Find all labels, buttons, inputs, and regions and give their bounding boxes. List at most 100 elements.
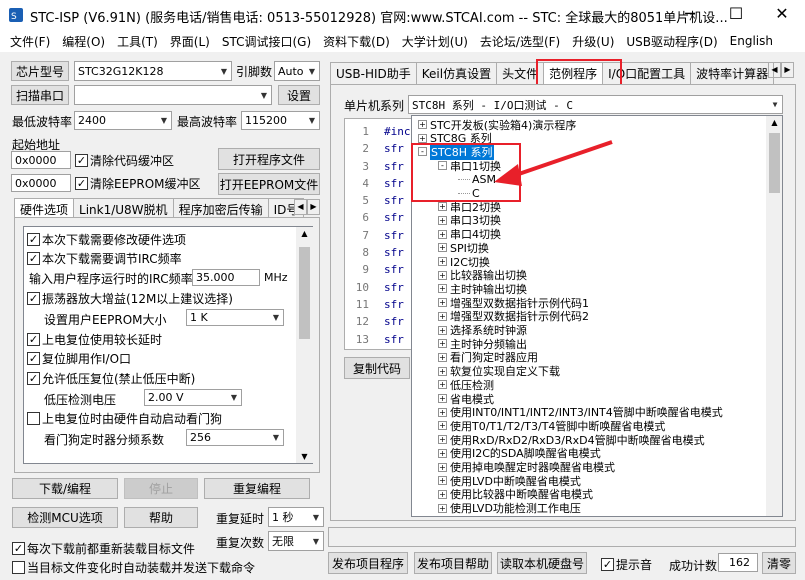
max-baud-select[interactable]: 115200 ▼ [241, 111, 320, 130]
chevron-down-icon[interactable]: ▼ [296, 452, 313, 461]
wdt-auto-start-checkbox[interactable]: 上电复位时由硬件自动启动看门狗 [27, 410, 222, 427]
expand-icon[interactable]: + [418, 120, 427, 129]
expand-icon[interactable]: + [438, 229, 447, 239]
wdt-divider-select[interactable]: 256 ▼ [186, 429, 284, 446]
expand-icon[interactable]: + [438, 489, 447, 499]
clear-count-button[interactable]: 清零 [762, 552, 796, 574]
beep-checkbox[interactable]: ✓ 提示音 [601, 556, 652, 573]
chip-model-select[interactable]: STC32G12K128 ▼ [74, 61, 232, 81]
expand-icon[interactable]: + [438, 257, 447, 266]
tab-keil-settings[interactable]: Keil仿真设置 [415, 62, 498, 84]
menu-usb-driver[interactable]: USB驱动程序(D) [620, 33, 723, 50]
expand-icon[interactable]: + [418, 133, 427, 143]
tree-item[interactable]: + 选择系统时钟源 [438, 324, 527, 337]
auto-load-checkbox[interactable]: 当目标文件变化时自动装载并发送下载命令 [12, 559, 255, 576]
tree-item[interactable]: + 增强型双数据指针示例代码2 [438, 310, 589, 323]
menu-file[interactable]: 文件(F) [4, 33, 56, 50]
tree-item[interactable]: + 使用T0/T1/T2/T3/T4管脚中断唤醒省电模式 [438, 419, 665, 433]
expand-icon[interactable]: + [438, 421, 447, 431]
open-program-file-button[interactable]: 打开程序文件 [218, 148, 320, 170]
expand-icon[interactable]: + [438, 215, 447, 225]
scroll-thumb[interactable] [769, 133, 780, 193]
expand-icon[interactable]: + [438, 202, 447, 212]
menu-upgrade[interactable]: 升级(U) [566, 33, 620, 50]
menu-university[interactable]: 大学计划(U) [396, 33, 474, 50]
tree-scrollbar[interactable]: ▲ [766, 116, 782, 516]
expand-icon[interactable]: + [438, 352, 447, 362]
chevron-left-icon[interactable]: ◀ [294, 199, 307, 215]
help-button[interactable]: 帮助 [124, 507, 198, 528]
low-voltage-reset-checkbox[interactable]: ✓ 允许低压复位(禁止低压中断) [27, 370, 195, 387]
tree-item[interactable]: + 增强型双数据指针示例代码1 [438, 296, 589, 310]
menu-debug[interactable]: STC调试接口(G) [216, 33, 317, 50]
tree-item[interactable]: + 使用RxD/RxD2/RxD3/RxD4管脚中断唤醒省电模式 [438, 433, 705, 447]
menu-program[interactable]: 编程(O) [56, 33, 111, 50]
minimize-button[interactable]: ─ [667, 0, 713, 30]
expand-icon[interactable]: + [438, 243, 447, 253]
lvd-select[interactable]: 2.00 V ▼ [144, 389, 242, 406]
menu-english[interactable]: English [724, 34, 779, 48]
read-disk-id-button[interactable]: 读取本机硬盘号 [497, 552, 587, 574]
adjust-irc-checkbox[interactable]: ✓ 本次下载需要调节IRC频率 [27, 250, 182, 267]
modify-hw-checkbox[interactable]: ✓ 本次下载需要修改硬件选项 [27, 231, 186, 248]
expand-icon[interactable]: + [438, 435, 447, 445]
tree-item[interactable]: + 使用INT0/INT1/INT2/INT3/INT4管脚中断唤醒省电模式 [438, 406, 723, 419]
min-baud-select[interactable]: 2400 ▼ [74, 111, 172, 130]
port-select[interactable]: ▼ [74, 85, 272, 105]
open-eeprom-file-button[interactable]: 打开EEPROM文件 [218, 173, 320, 195]
repeat-delay-select[interactable]: 1 秒 ▼ [268, 507, 324, 527]
tree-item[interactable]: + 使用比较器中断唤醒省电模式 [438, 488, 593, 501]
chevron-right-icon[interactable]: ▶ [307, 199, 320, 215]
chip-model-button[interactable]: 芯片型号 [11, 61, 69, 81]
options-scrollbar[interactable]: ▲ ▼ [296, 227, 313, 463]
osc-gain-checkbox[interactable]: ✓ 振荡器放大增益(12M以上建议选择) [27, 290, 233, 307]
expand-icon[interactable]: + [438, 407, 447, 417]
chevron-left-icon[interactable]: ◀ [768, 62, 781, 78]
right-tab-scroll[interactable]: ◀ ▶ [768, 62, 794, 78]
stop-button[interactable]: 停止 [124, 478, 198, 499]
pins-select[interactable]: Auto ▼ [274, 61, 320, 81]
tree-item[interactable]: + 使用掉电唤醒定时器唤醒省电模式 [438, 461, 615, 474]
expand-icon[interactable]: + [438, 476, 447, 486]
expand-icon[interactable]: + [438, 311, 447, 321]
tree-item[interactable]: + 串口4切换 [438, 228, 501, 241]
expand-icon[interactable]: + [438, 503, 447, 513]
scan-port-button[interactable]: 扫描串口 [11, 85, 69, 105]
tree-item[interactable]: + 主时钟输出切换 [438, 282, 527, 296]
tree-item[interactable]: + 省电模式 [438, 392, 494, 406]
code-address-input[interactable]: 0x0000 [11, 151, 71, 169]
expand-icon[interactable]: + [438, 339, 447, 349]
tree-item[interactable]: + I2C切换 [438, 255, 490, 269]
reset-pin-io-checkbox[interactable]: ✓ 复位脚用作I/O口 [27, 350, 131, 367]
eeprom-size-select[interactable]: 1 K ▼ [186, 309, 284, 326]
expand-icon[interactable]: + [438, 284, 447, 294]
publish-program-button[interactable]: 发布项目程序 [328, 552, 408, 574]
scroll-thumb[interactable] [299, 247, 310, 339]
tree-item[interactable]: + 使用LVD功能检测工作电压 [438, 502, 581, 515]
maximize-button[interactable]: ☐ [713, 0, 759, 30]
menu-forum[interactable]: 去论坛/选型(F) [474, 33, 566, 50]
tree-item[interactable]: + 使用I2C的SDA脚唤醒省电模式 [438, 447, 601, 460]
code-view[interactable]: 1 2 3 4 5 6 7 8 9 10 11 12 13 #inc sfr sfr sfr sfr sfr sf… [344, 118, 414, 350]
detect-mcu-button[interactable]: 检测MCU选项 [12, 507, 118, 528]
copy-code-button[interactable]: 复制代码 [344, 357, 410, 379]
clear-code-checkbox[interactable]: ✓ 清除代码缓冲区 [75, 152, 174, 169]
irc-frequency-input[interactable]: 35.000 [192, 269, 260, 286]
tree-item[interactable]: + 主时钟分频输出 [438, 337, 527, 351]
download-program-button[interactable]: 下载/编程 [12, 478, 118, 499]
expand-icon[interactable]: + [438, 448, 447, 458]
chevron-right-icon[interactable]: ▶ [781, 62, 794, 78]
menu-interface[interactable]: 界面(L) [164, 33, 216, 50]
expand-icon[interactable]: + [438, 298, 447, 308]
tree-item[interactable]: + 软复位实现自定义下载 [438, 365, 560, 378]
repeat-count-select[interactable]: 无限 ▼ [268, 531, 324, 551]
tree-item[interactable]: + 串口2切换 [438, 200, 501, 214]
mcu-series-select[interactable]: STC8H 系列 - I/O口测试 - C ▼ [408, 95, 783, 114]
reload-each-checkbox[interactable]: ✓ 每次下载前都重新装载目标文件 [12, 540, 195, 557]
tree-item[interactable]: + 低压检测 [438, 378, 494, 392]
expand-icon[interactable]: + [438, 270, 447, 280]
eeprom-address-input[interactable]: 0x0000 [11, 174, 71, 192]
tab-scroll-arrows[interactable]: ◀ ▶ [294, 199, 320, 215]
tab-usb-hid[interactable]: USB-HID助手 [330, 62, 417, 84]
expand-icon[interactable]: + [438, 462, 447, 472]
